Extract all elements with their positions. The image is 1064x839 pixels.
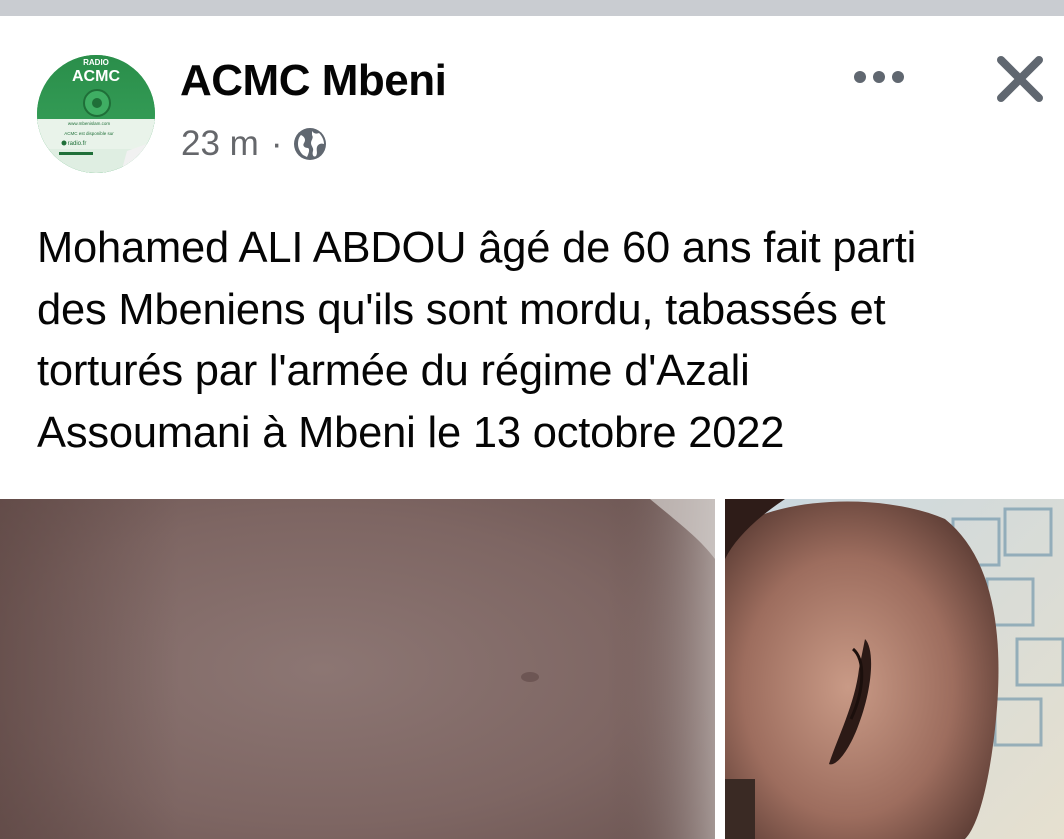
avatar-brand-text: ACMC xyxy=(72,68,120,85)
post-text: Mohamed ALI ABDOU âgé de 60 ans fait par… xyxy=(37,218,1047,464)
meta-separator: · xyxy=(270,124,283,163)
post-text-line: Assoumani à Mbeni le 13 octobre 2022 xyxy=(37,408,785,457)
avatar-radio-text: RADIO xyxy=(83,58,109,67)
more-horizontal-icon xyxy=(854,71,904,83)
post-text-line: torturés par l'armée du régime d'Azali xyxy=(37,347,750,395)
post-meta: 23 m · xyxy=(181,124,328,164)
post-photo-2[interactable] xyxy=(725,499,1064,839)
globe-icon[interactable] xyxy=(292,126,328,162)
page-name[interactable]: ACMC Mbeni xyxy=(180,56,447,106)
top-divider-bar xyxy=(0,0,1064,16)
post-timestamp[interactable]: 23 m xyxy=(181,124,259,164)
avatar-website-text: www.mbenislam.com xyxy=(68,121,111,126)
post-text-line: des Mbeniens qu'ils sont mordu, tabassés… xyxy=(37,285,886,334)
page-avatar[interactable]: RADIO ACMC www.mbenislam.com ACMC est di… xyxy=(37,55,155,173)
more-options-button[interactable] xyxy=(848,58,910,96)
post-photo-1[interactable] xyxy=(0,499,715,839)
post-text-line: Mohamed ALI ABDOU âgé de 60 ans fait par… xyxy=(37,224,917,272)
close-icon xyxy=(997,56,1043,102)
avatar-availability-text: ACMC est disponible sur xyxy=(64,131,114,136)
avatar-radio-fr-text: radio.fr xyxy=(68,141,87,147)
close-post-button[interactable] xyxy=(993,52,1047,106)
